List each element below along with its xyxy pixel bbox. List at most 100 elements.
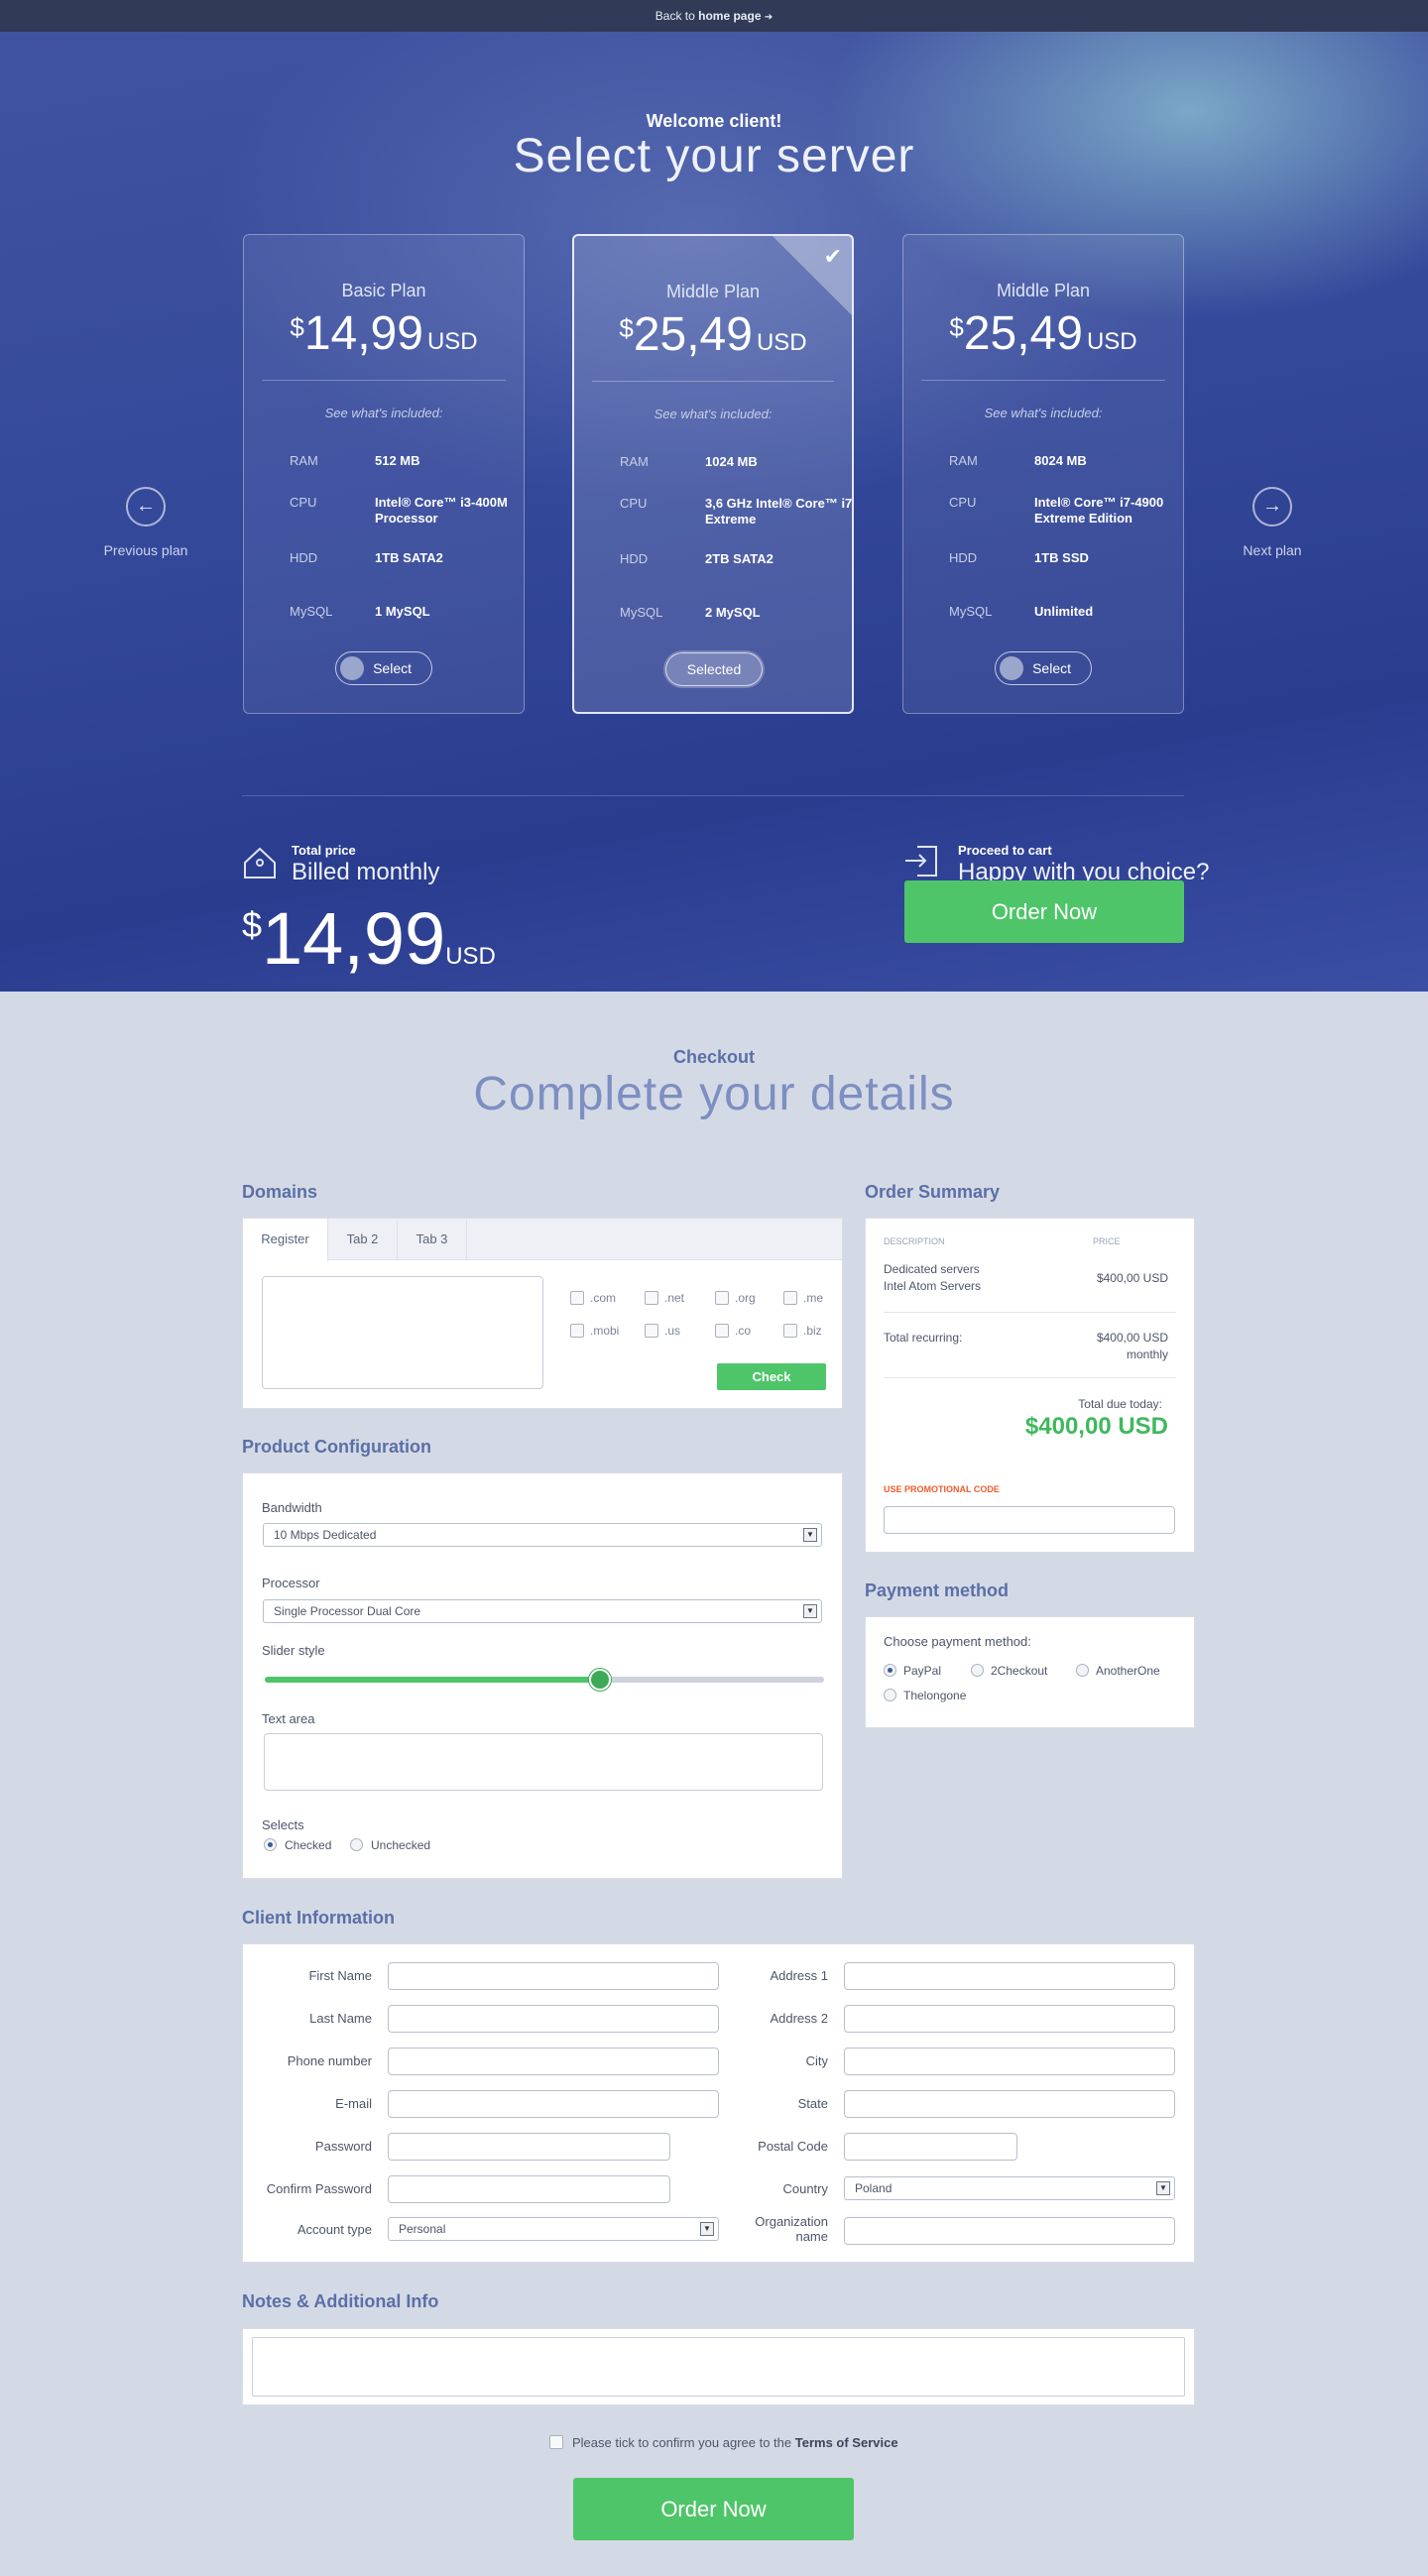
terms-of-service-link[interactable]: Terms of Service (795, 2435, 898, 2450)
tld-checkbox-mobi[interactable] (570, 1324, 584, 1338)
checkout-label: Checkout (672, 1047, 755, 1067)
hero-divider (242, 795, 1184, 796)
plan-price: $14,99 USD (290, 307, 478, 360)
tld-label: .me (803, 1291, 824, 1305)
item-price: $400,00 USD (1096, 1271, 1168, 1285)
radio-anotherone[interactable] (1076, 1664, 1089, 1677)
account-type-select[interactable]: Personal ▼ (388, 2217, 719, 2241)
tab-2[interactable]: Tab 2 (328, 1219, 398, 1260)
email-label: E-mail (335, 2096, 372, 2111)
radio-2checkout[interactable] (971, 1664, 984, 1677)
state-input[interactable] (844, 2090, 1175, 2118)
tab-register[interactable]: Register (243, 1219, 328, 1261)
radio-unchecked-label: Unchecked (371, 1838, 431, 1852)
terms-checkbox[interactable] (549, 2435, 563, 2449)
order-now-button-bottom[interactable]: Order Now (573, 2478, 854, 2540)
total-recurring-label: Total recurring: (884, 1331, 963, 1345)
previous-plan-button[interactable]: ← (126, 487, 166, 527)
organization-name-input[interactable] (844, 2217, 1175, 2245)
email-input[interactable] (388, 2090, 719, 2118)
plan-name: Middle Plan (665, 282, 761, 301)
terms-text: Please tick to confirm you agree to the … (572, 2435, 898, 2450)
total-due-value: $400,00 USD (1024, 1413, 1168, 1440)
plan-card-middle-selected[interactable]: ✔ Middle Plan $25,49 USD See what's inclu… (572, 234, 854, 714)
tld-checkbox-co[interactable] (715, 1324, 729, 1338)
2checkout-label: 2Checkout (991, 1664, 1048, 1678)
proceed-to-cart-label: Proceed to cart (958, 843, 1052, 858)
plan-name: Middle Plan (996, 281, 1091, 300)
phone-input[interactable] (388, 2048, 719, 2075)
password-input[interactable] (388, 2133, 670, 2161)
spec-mysql: MySQL 2 MySQL (620, 605, 761, 620)
address1-input[interactable] (844, 1962, 1175, 1990)
divider (921, 380, 1165, 381)
radio-checked-label: Checked (285, 1838, 332, 1852)
phone-label: Phone number (287, 2053, 372, 2068)
postal-code-label: Postal Code (758, 2139, 828, 2154)
selects-label: Selects (262, 1817, 304, 1832)
spec-ram: RAM 8024 MB (949, 453, 1087, 468)
spec-ram: RAM 1024 MB (620, 454, 758, 469)
payment-method-heading: Payment method (865, 1581, 1010, 1600)
last-name-input[interactable] (388, 2005, 719, 2033)
total-recurring-value: $400,00 USD monthly (1096, 1331, 1168, 1361)
next-plan-button[interactable]: → (1252, 487, 1292, 527)
divider (884, 1312, 1176, 1313)
radio-paypal[interactable] (884, 1664, 896, 1677)
plan-card-middle[interactable]: Middle Plan $25,49 USD See what's include… (902, 234, 1184, 714)
address1-label: Address 1 (770, 1968, 828, 1983)
plan-name: Basic Plan (341, 281, 426, 300)
radio-checked[interactable] (264, 1838, 277, 1851)
spec-mysql: MySQL 1 MySQL (290, 604, 430, 619)
tld-label: .co (735, 1324, 752, 1338)
radio-thelongone[interactable] (884, 1689, 896, 1701)
plan-price: $25,49 USD (619, 308, 807, 361)
postal-code-input[interactable] (844, 2133, 1017, 2161)
total-price-label: Total price (292, 843, 356, 858)
tld-checkbox-net[interactable] (645, 1291, 658, 1305)
home-page-link[interactable]: home page (698, 9, 761, 23)
bandwidth-select[interactable]: 10 Mbps Dedicated ▼ (263, 1523, 822, 1547)
notes-textarea[interactable] (252, 2337, 1185, 2397)
plan-card-basic[interactable]: Basic Plan $14,99 USD See what's included… (243, 234, 525, 714)
tld-checkbox-biz[interactable] (783, 1324, 797, 1338)
address2-label: Address 2 (770, 2011, 828, 2026)
divider (884, 1377, 1176, 1378)
tld-checkbox-org[interactable] (715, 1291, 729, 1305)
promo-code-input[interactable] (884, 1506, 1175, 1534)
domain-textarea[interactable] (262, 1276, 543, 1389)
selected-plan-button[interactable]: Selected (665, 652, 763, 686)
chevron-down-icon: ▼ (1156, 2181, 1170, 2195)
radio-unchecked[interactable] (350, 1838, 363, 1851)
first-name-input[interactable] (388, 1962, 719, 1990)
tab-3[interactable]: Tab 3 (398, 1219, 467, 1260)
slider-handle[interactable] (589, 1669, 611, 1691)
confirm-password-input[interactable] (388, 2175, 670, 2203)
spec-cpu: CPU Intel® Core™ i7-4900 Extreme Edition (949, 495, 1164, 526)
slider-label: Slider style (262, 1643, 325, 1658)
order-now-button-top[interactable]: Order Now (904, 880, 1184, 943)
city-input[interactable] (844, 2048, 1175, 2075)
tld-checkbox-me[interactable] (783, 1291, 797, 1305)
tld-checkbox-com[interactable] (570, 1291, 584, 1305)
check-domain-button[interactable]: Check (717, 1363, 826, 1390)
text-area[interactable] (264, 1733, 823, 1791)
spec-cpu: CPU Intel® Core™ i3-400M Processor (290, 495, 508, 526)
order-summary-panel: DESCRIPTION PRICE Dedicated servers Intel… (865, 1218, 1195, 1553)
back-text: Back to (654, 9, 695, 23)
chevron-down-icon: ▼ (803, 1604, 817, 1618)
country-select[interactable]: Poland ▼ (844, 2176, 1175, 2200)
processor-select[interactable]: Single Processor Dual Core ▼ (263, 1599, 822, 1623)
bandwidth-label: Bandwidth (262, 1500, 322, 1515)
city-label: City (805, 2053, 828, 2068)
price-column-header: PRICE (1093, 1236, 1121, 1246)
hero-section: Welcome client! Select your server ← Pre… (0, 32, 1428, 992)
thelongone-label: Thelongone (903, 1689, 967, 1702)
select-plan-button[interactable]: Select (995, 651, 1092, 685)
choose-payment-label: Choose payment method: (884, 1634, 1031, 1649)
see-included-text: See what's included: (654, 407, 773, 421)
address2-input[interactable] (844, 2005, 1175, 2033)
toggle-dot-icon (1000, 656, 1023, 680)
select-plan-button[interactable]: Select (335, 651, 432, 685)
tld-checkbox-us[interactable] (645, 1324, 658, 1338)
